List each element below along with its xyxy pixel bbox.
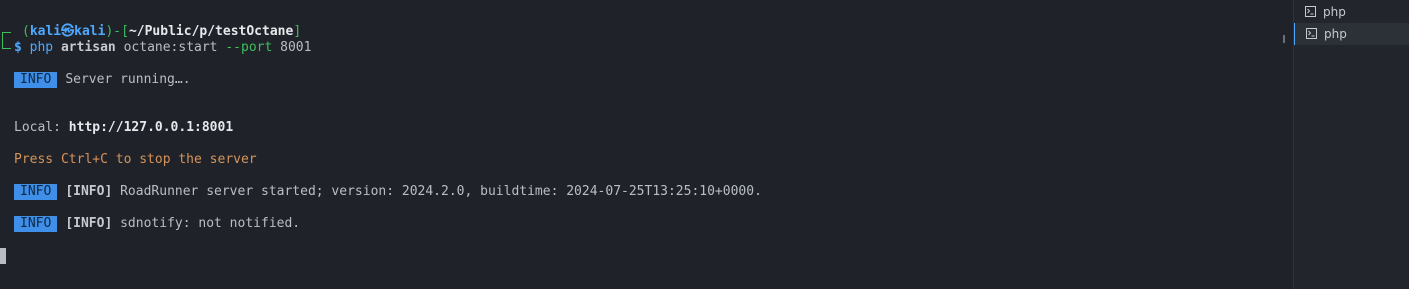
prompt-path: ~/Public/p/testOctane (128, 24, 294, 39)
local-line: Local: http://127.0.0.1:8001 (14, 119, 233, 137)
prompt-close-bracket: ] (293, 24, 302, 39)
terminal-tab-label: php (1324, 27, 1347, 41)
terminal-tab-1[interactable]: php (1294, 1, 1409, 23)
prompt-dollar: $ (14, 40, 22, 55)
prompt-host: kali (74, 24, 106, 39)
info-tag: [INFO] (65, 216, 113, 231)
info-tag: [INFO] (65, 184, 113, 199)
local-label: Local: (14, 120, 61, 135)
stop-hint: Press Ctrl+C to stop the server (14, 152, 257, 167)
terminal-cursor (0, 248, 6, 264)
terminal-tab-2[interactable]: php (1294, 23, 1409, 45)
info-line-2: INFO [INFO] RoadRunner server started; ve… (14, 183, 762, 201)
app-window: (kali㉿kali)-[~/Public/p/testOctane] $ ph… (0, 0, 1409, 289)
command-artisan: artisan (60, 40, 116, 55)
local-url[interactable]: http://127.0.0.1:8001 (69, 120, 233, 135)
terminal-tabs-sidebar: php php (1293, 0, 1409, 289)
info-text: sdnotify: not notified. (120, 216, 301, 231)
info-text: RoadRunner server started; version: 2024… (120, 184, 762, 199)
command-line: $ php artisan octane:start --port 8001 (14, 39, 311, 57)
info-badge: INFO (14, 72, 58, 88)
prompt-at-symbol: ㉿ (61, 24, 75, 39)
info-badge: INFO (14, 216, 58, 232)
info-line-3: INFO [INFO] sdnotify: not notified. (14, 215, 300, 233)
info-badge: INFO (14, 184, 58, 200)
command-flag: --port (225, 40, 273, 55)
terminal-tab-label: php (1323, 5, 1346, 19)
command-php: php (29, 40, 54, 55)
terminal-icon (1306, 28, 1317, 39)
command-action: octane:start (123, 40, 218, 55)
info-text: Server running…. (65, 72, 191, 87)
command-value: 8001 (280, 40, 312, 55)
scrollbar-marker[interactable] (1283, 35, 1285, 43)
prompt-open-paren: ( (22, 24, 30, 39)
terminal-panel[interactable]: (kali㉿kali)-[~/Public/p/testOctane] $ ph… (0, 0, 1293, 289)
terminal-icon (1305, 6, 1316, 17)
prompt-user: kali (29, 24, 62, 39)
prompt-separator: )-[ (105, 24, 129, 39)
info-line-1: INFO Server running…. (14, 71, 191, 89)
prompt-corner-bottom (2, 44, 11, 49)
